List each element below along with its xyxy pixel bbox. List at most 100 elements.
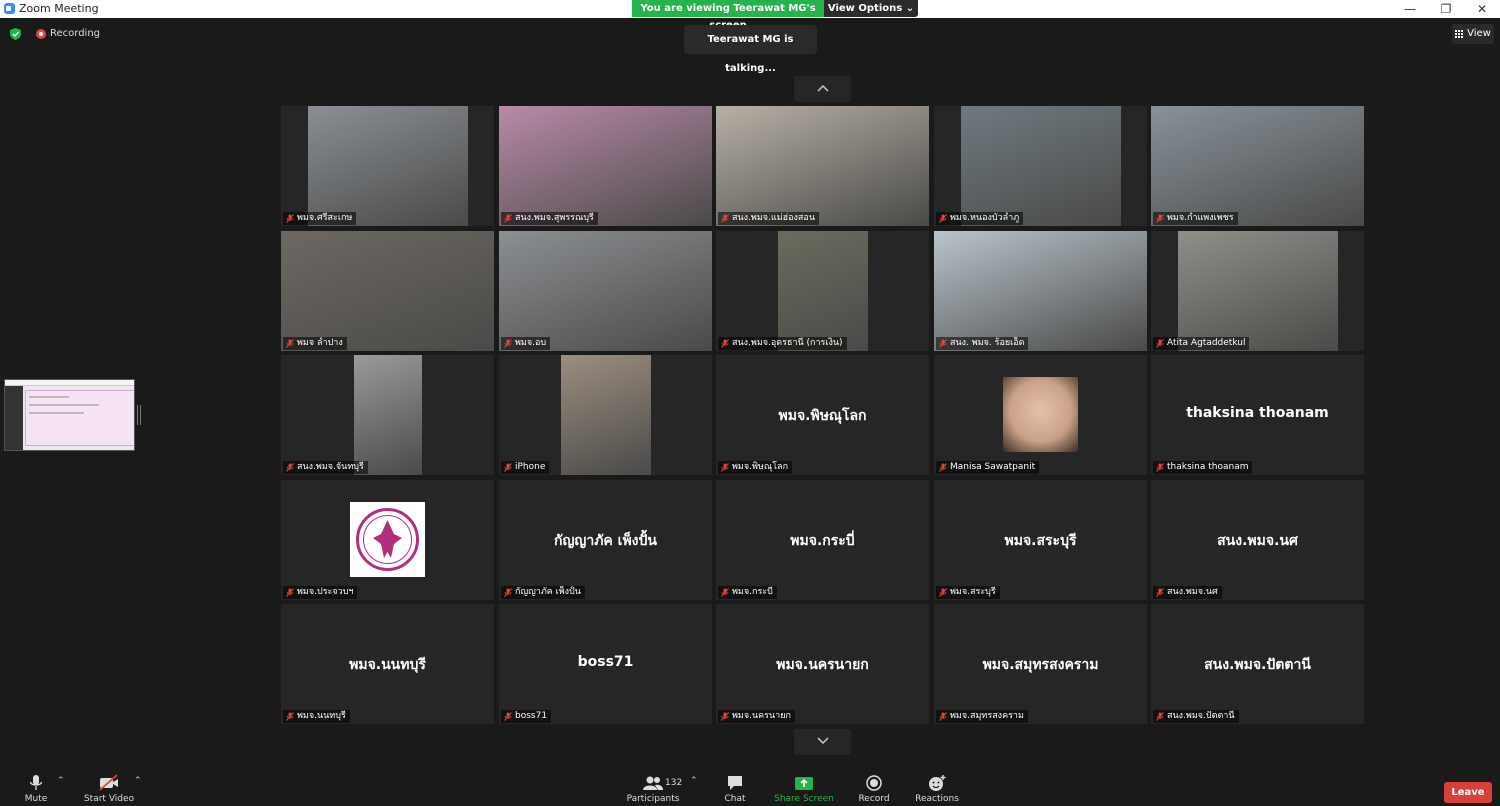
participant-name-label: thaksina thoanam bbox=[1153, 461, 1253, 474]
window-title: Zoom Meeting bbox=[19, 2, 99, 15]
participant-tile[interactable]: พมจ.กำแพงเพชร bbox=[1151, 106, 1364, 226]
next-page-button[interactable] bbox=[794, 729, 851, 755]
participant-label-text: iPhone bbox=[515, 462, 546, 472]
participant-label-text: พมจ.กระบี่ bbox=[732, 587, 773, 597]
participant-tile[interactable]: สนง.พมจ.สุพรรณบุรี bbox=[499, 106, 712, 226]
participant-tile[interactable]: Manisa Sawatpanit bbox=[934, 355, 1147, 475]
muted-mic-icon bbox=[939, 339, 947, 348]
shared-screen-thumbnail[interactable] bbox=[4, 379, 135, 451]
participant-name-label: Manisa Sawatpanit bbox=[936, 461, 1040, 474]
participant-name-label: พมจ.นครนายก bbox=[718, 710, 795, 723]
mute-label: Mute bbox=[24, 794, 48, 804]
reactions-icon bbox=[929, 775, 946, 791]
shield-icon[interactable] bbox=[10, 28, 21, 40]
participant-tile[interactable]: สนง.พมจ.อุดรธานี (การเงิน) bbox=[716, 231, 929, 351]
participant-video bbox=[499, 231, 712, 351]
participant-display-name: พมจ.นครนายก bbox=[776, 657, 869, 673]
participant-tile[interactable]: พมจ.กระบี่ พมจ.กระบี่ bbox=[716, 480, 929, 600]
participant-tile[interactable]: สนง. พมจ. ร้อยเอ็ด bbox=[934, 231, 1147, 351]
participant-name-label: boss71 bbox=[501, 710, 552, 723]
participant-tile[interactable]: พมจ.ประจวบฯ bbox=[281, 480, 494, 600]
participant-tile[interactable]: กัญญาภัค เพ็งปั้น กัญญาภัค เพ็งปั้น bbox=[499, 480, 712, 600]
chat-label: Chat bbox=[724, 794, 746, 804]
chevron-up-icon bbox=[816, 84, 829, 92]
view-options-button[interactable]: View Options ⌄ bbox=[824, 0, 918, 17]
participant-label-text: พมจ.นครนายก bbox=[732, 711, 791, 721]
meeting-toolbar: Mute ⌃ Start Video ⌃ Participants ⌃ Chat… bbox=[0, 770, 1500, 806]
maximize-button[interactable]: ❐ bbox=[1428, 0, 1464, 18]
participant-label-text: พมจ.นนทบุรี bbox=[297, 711, 346, 721]
participants-caret[interactable]: ⌃ bbox=[690, 776, 698, 786]
participant-tile[interactable]: สนง.พมจ.แม่ฮ่องสอน bbox=[716, 106, 929, 226]
participant-video bbox=[281, 231, 494, 351]
close-button[interactable]: ✕ bbox=[1464, 0, 1500, 18]
organization-logo-icon bbox=[350, 502, 425, 577]
participant-display-name: กัญญาภัค เพ็งปั้น bbox=[554, 533, 657, 549]
participant-name-label: พมจ.พิษณุโลก bbox=[718, 461, 793, 474]
leave-button[interactable]: Leave bbox=[1444, 782, 1492, 803]
muted-mic-icon bbox=[1156, 214, 1164, 223]
recording-indicator[interactable]: Recording bbox=[36, 28, 100, 39]
share-screen-label: Share Screen bbox=[774, 794, 834, 804]
participant-name-label: พมจ.สระบุรี bbox=[936, 586, 1000, 599]
mute-button[interactable]: Mute bbox=[20, 774, 52, 804]
participants-icon bbox=[643, 776, 663, 790]
muted-mic-icon bbox=[504, 712, 512, 721]
participant-tile[interactable]: พมจ.สระบุรี พมจ.สระบุรี bbox=[934, 480, 1147, 600]
participant-tile[interactable]: สนง.พมจ.ปัตตานี สนง.พมจ.ปัตตานี bbox=[1151, 604, 1364, 724]
view-label: View bbox=[1467, 28, 1491, 39]
muted-mic-icon bbox=[1156, 712, 1164, 721]
microphone-icon bbox=[29, 775, 43, 790]
drag-handle[interactable] bbox=[137, 405, 141, 425]
participant-display-name: สนง.พมจ.นศ bbox=[1217, 533, 1298, 549]
participant-tile[interactable]: พมจ.หนองบัวลำภู bbox=[934, 106, 1147, 226]
participant-video bbox=[1178, 231, 1338, 351]
participant-name-label: สนง. พมจ. ร้อยเอ็ด bbox=[936, 337, 1029, 350]
audio-options-caret[interactable]: ⌃ bbox=[57, 776, 65, 786]
participant-tile[interactable]: พมจ.สมุทรสงคราม พมจ.สมุทรสงคราม bbox=[934, 604, 1147, 724]
chevron-down-icon bbox=[816, 737, 829, 745]
participant-tile[interactable]: พมจ.นครนายก พมจ.นครนายก bbox=[716, 604, 929, 724]
participant-display-name: thaksina thoanam bbox=[1186, 405, 1329, 421]
participants-label: Participants bbox=[626, 794, 680, 804]
participant-tile[interactable]: พมจ.ศรีสะเกษ bbox=[281, 106, 494, 226]
start-video-label: Start Video bbox=[83, 794, 135, 804]
reactions-button[interactable]: Reactions bbox=[914, 774, 960, 804]
record-button[interactable]: Record bbox=[856, 774, 892, 804]
muted-mic-icon bbox=[939, 463, 947, 472]
participant-tile[interactable]: iPhone bbox=[499, 355, 712, 475]
share-screen-icon bbox=[795, 777, 813, 790]
muted-mic-icon bbox=[286, 588, 294, 597]
muted-mic-icon bbox=[1156, 339, 1164, 348]
participant-tile[interactable]: thaksina thoanam thaksina thoanam bbox=[1151, 355, 1364, 475]
participant-label-text: สนง.พมจ.สุพรรณบุรี bbox=[515, 213, 594, 223]
share-screen-button[interactable]: Share Screen bbox=[774, 774, 834, 804]
participant-name-label: สนง.พมจ.จันทบุรี bbox=[283, 461, 368, 474]
previous-page-button[interactable] bbox=[794, 76, 851, 102]
participant-name-label: พมจ ลำปาง bbox=[283, 337, 347, 350]
participant-label-text: สนง.พมจ.อุดรธานี (การเงิน) bbox=[732, 338, 843, 348]
start-video-button[interactable]: Start Video bbox=[82, 774, 136, 804]
view-button[interactable]: View bbox=[1452, 24, 1494, 44]
participant-tile[interactable]: พมจ.นนทบุรี พมจ.นนทบุรี bbox=[281, 604, 494, 724]
participant-tile[interactable]: พมจ ลำปาง bbox=[281, 231, 494, 351]
participant-label-text: พมจ.สระบุรี bbox=[950, 587, 996, 597]
participant-video bbox=[308, 106, 468, 226]
minimize-button[interactable]: — bbox=[1392, 0, 1428, 18]
participant-label-text: สนง.พมจ.ปัตตานี bbox=[1167, 711, 1235, 721]
participant-tile[interactable]: พมจ.พิษณุโลก พมจ.พิษณุโลก bbox=[716, 355, 929, 475]
participant-display-name: สนง.พมจ.ปัตตานี bbox=[1204, 657, 1311, 673]
chat-button[interactable]: Chat bbox=[720, 774, 750, 804]
muted-mic-icon bbox=[286, 214, 294, 223]
participant-tile[interactable]: boss71 boss71 bbox=[499, 604, 712, 724]
participant-tile[interactable]: พมจ.อบ bbox=[499, 231, 712, 351]
participant-tile[interactable]: Atita Agtaddetkul bbox=[1151, 231, 1364, 351]
participant-display-name: boss71 bbox=[577, 654, 634, 670]
participant-tile[interactable]: สนง.พมจ.นศ สนง.พมจ.นศ bbox=[1151, 480, 1364, 600]
participant-name-label: พมจ.สมุทรสงคราม bbox=[936, 710, 1028, 723]
video-options-caret[interactable]: ⌃ bbox=[134, 776, 142, 786]
participant-tile[interactable]: สนง.พมจ.จันทบุรี bbox=[281, 355, 494, 475]
muted-mic-icon bbox=[939, 588, 947, 597]
participant-video bbox=[354, 355, 422, 475]
participant-name-label: พมจ.ประจวบฯ bbox=[283, 586, 358, 599]
